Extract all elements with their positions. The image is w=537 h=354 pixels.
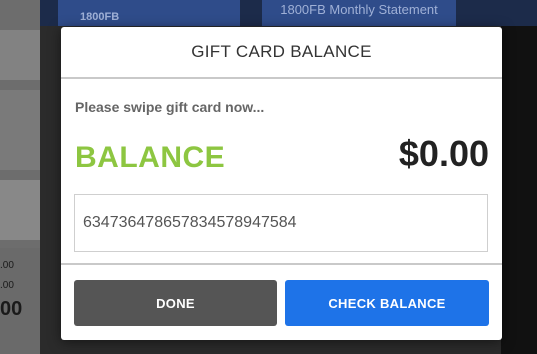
background-tile: 1800FB <box>58 0 240 26</box>
balance-label: BALANCE <box>75 141 226 174</box>
balance-amount: $0.00 <box>398 133 489 174</box>
background-tile: 1800FB Monthly Statement <box>262 0 456 26</box>
background-row <box>0 90 40 170</box>
background-amount: .00 <box>0 260 14 271</box>
dialog-title: GIFT CARD BALANCE <box>61 27 502 79</box>
swipe-prompt: Please swipe gift card now... <box>75 99 265 115</box>
background-row <box>0 30 40 80</box>
background-row <box>0 180 40 240</box>
background-amount: 00 <box>0 298 23 320</box>
done-button[interactable]: DONE <box>74 280 277 326</box>
card-number-input[interactable] <box>74 194 488 252</box>
background-right-panel <box>501 26 537 354</box>
background-left-panel: .00 .00 00 <box>0 0 40 354</box>
check-balance-button[interactable]: CHECK BALANCE <box>285 280 489 326</box>
divider <box>61 263 502 265</box>
background-amount: .00 <box>0 280 14 291</box>
gift-card-balance-dialog: GIFT CARD BALANCE Please swipe gift card… <box>61 27 502 340</box>
